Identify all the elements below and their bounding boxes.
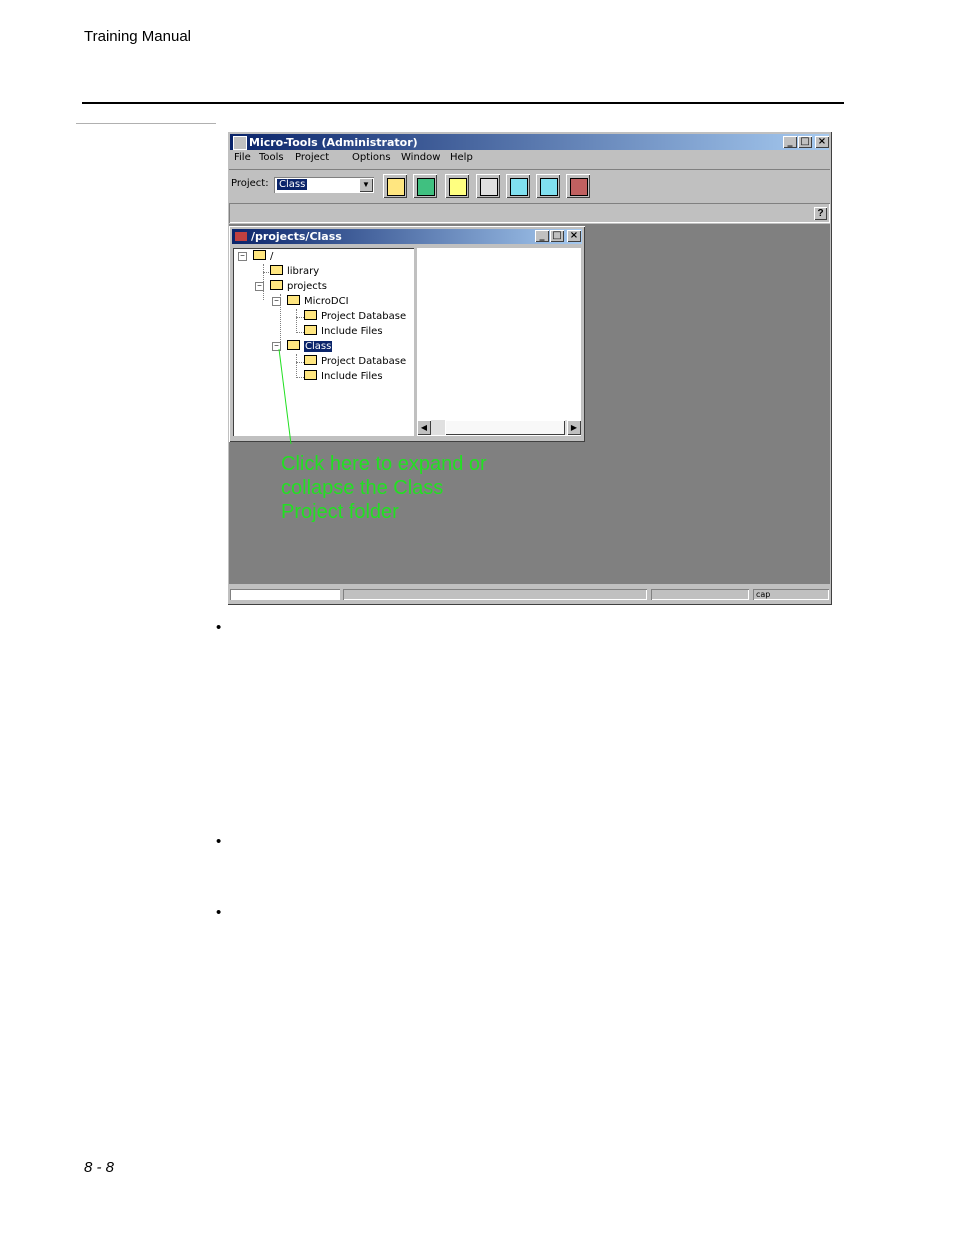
bullet-1: •: [216, 619, 222, 636]
bullet-3: •: [216, 904, 222, 921]
annotation-text: Click here to expand or collapse the Cla…: [281, 453, 487, 523]
bullet-2: •: [216, 833, 222, 850]
annotation-pointer: [278, 348, 292, 445]
page-number: 8 - 8: [84, 1159, 115, 1176]
